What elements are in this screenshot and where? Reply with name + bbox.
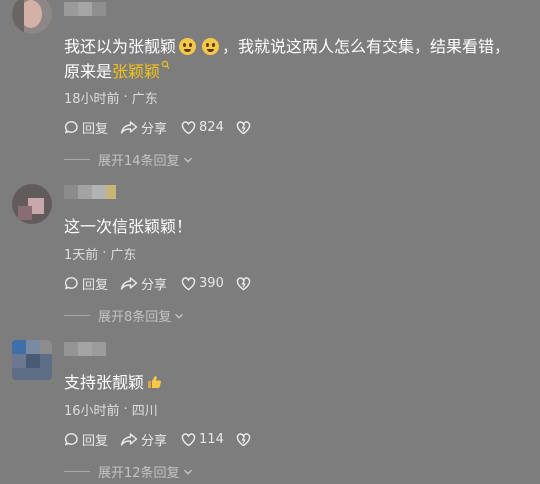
share-icon <box>120 277 138 290</box>
avatar[interactable] <box>12 0 52 34</box>
like-count: 114 <box>199 432 224 447</box>
dislike-button[interactable] <box>236 120 251 135</box>
share-icon <box>120 121 138 134</box>
comment-text: 我还以为张靓颖 ，我就说这两人怎么有交集，结果看错，原来是张颖颖 <box>64 37 511 81</box>
expand-replies-button[interactable]: 展开8条回复 <box>64 306 185 325</box>
divider <box>64 159 90 160</box>
reply-button[interactable]: 回复 <box>64 118 108 137</box>
expand-replies-button[interactable]: 展开14条回复 <box>64 150 194 169</box>
grin-emoji-icon <box>202 38 220 55</box>
comment-actions: 回复 分享 114 <box>64 430 251 449</box>
username-mosaic <box>64 2 106 16</box>
meta-separator: · <box>123 90 128 105</box>
chevron-down-icon <box>183 469 192 475</box>
chevron-down-icon <box>183 157 192 163</box>
reply-icon <box>64 433 78 446</box>
comment-actions: 回复 分享 824 <box>64 118 251 137</box>
like-count: 390 <box>199 276 224 291</box>
like-icon <box>181 120 196 134</box>
comment-item: 我还以为张靓颖 ，我就说这两人怎么有交集，结果看错，原来是张颖颖 18小时前 · … <box>0 0 540 170</box>
expand-replies-button[interactable]: 展开12条回复 <box>64 462 194 481</box>
meta-separator: · <box>123 402 128 417</box>
comment-meta: 1天前 · 广东 <box>64 244 136 263</box>
like-count: 824 <box>199 120 224 135</box>
like-button[interactable]: 114 <box>181 432 224 447</box>
dislike-button[interactable] <box>236 432 251 447</box>
like-button[interactable]: 824 <box>181 120 224 135</box>
comment-item: 支持张靓颖 16小时前 · 四川 回复 分享 114 展开12条回复 <box>0 332 540 484</box>
divider <box>64 471 90 472</box>
comment-location: 四川 <box>131 404 158 419</box>
thumbs-up-emoji-icon <box>148 376 161 388</box>
comment-time: 1天前 <box>64 248 99 263</box>
avatar[interactable] <box>12 340 52 380</box>
like-icon <box>181 276 196 290</box>
comment-text: 这一次信张颖颖！ <box>64 217 193 236</box>
comment-item: 这一次信张颖颖！ 1天前 · 广东 回复 分享 390 展开8条回复 <box>0 172 540 325</box>
reply-icon <box>64 121 78 134</box>
comment-location: 广东 <box>131 92 158 107</box>
grin-emoji-icon <box>179 38 197 55</box>
comment-meta: 16小时前 · 四川 <box>64 400 158 419</box>
reply-button[interactable]: 回复 <box>64 430 108 449</box>
share-button[interactable]: 分享 <box>120 430 167 449</box>
comment-meta: 18小时前 · 广东 <box>64 88 158 107</box>
comment-text: 支持张靓颖 <box>64 370 514 395</box>
comment-time: 18小时前 <box>64 92 120 107</box>
chevron-down-icon <box>175 313 184 319</box>
comment-location: 广东 <box>110 248 137 263</box>
share-button[interactable]: 分享 <box>120 118 167 137</box>
divider <box>64 315 90 316</box>
reply-button[interactable]: 回复 <box>64 274 108 293</box>
username-mosaic <box>64 185 116 199</box>
dislike-icon <box>236 432 251 446</box>
search-tag-icon <box>161 60 170 69</box>
comment-actions: 回复 分享 390 <box>64 274 251 293</box>
reply-icon <box>64 277 78 290</box>
like-icon <box>181 432 196 446</box>
dislike-icon <box>236 276 251 290</box>
search-keyword-link[interactable]: 张颖颖 <box>112 60 170 81</box>
dislike-button[interactable] <box>236 276 251 291</box>
like-button[interactable]: 390 <box>181 276 224 291</box>
meta-separator: · <box>102 246 107 261</box>
comment-time: 16小时前 <box>64 404 120 419</box>
avatar[interactable] <box>12 184 52 224</box>
dislike-icon <box>236 120 251 134</box>
share-button[interactable]: 分享 <box>120 274 167 293</box>
username-mosaic <box>64 342 106 356</box>
share-icon <box>120 433 138 446</box>
